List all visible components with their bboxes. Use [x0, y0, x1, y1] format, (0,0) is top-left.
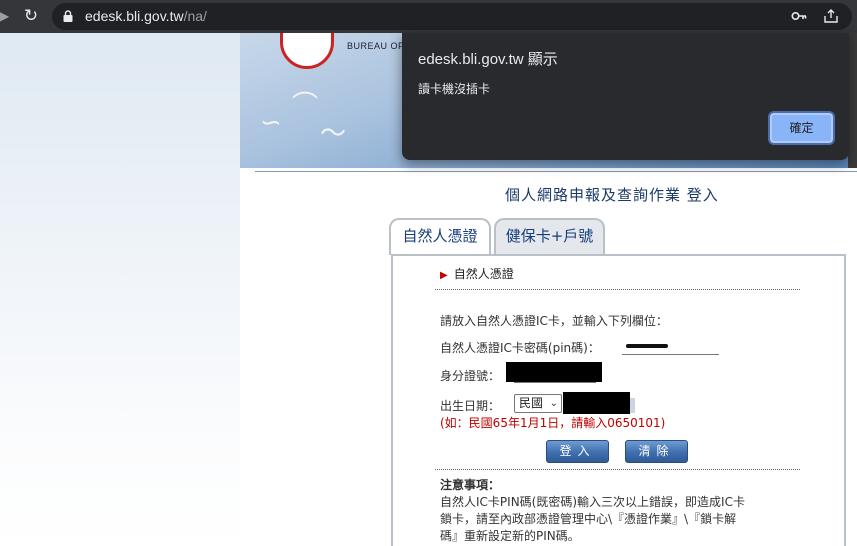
- dialog-ok-button[interactable]: 確定: [770, 113, 833, 143]
- reload-icon[interactable]: ↻: [20, 5, 42, 27]
- notes-line: 自然人IC卡PIN碼(既密碼)輸入三次以上錯誤，即造成IC卡: [440, 495, 745, 509]
- era-select-value: 民國: [519, 396, 544, 410]
- pin-label: 自然人憑證IC卡密碼(pin碼)：: [440, 341, 600, 355]
- pin-masked-value: [626, 344, 668, 348]
- dialog-message: 讀卡機沒插卡: [418, 82, 491, 96]
- id-underline: [514, 382, 596, 383]
- url-host: edesk.bli.gov.tw: [85, 8, 184, 24]
- page-side-background: [0, 33, 240, 546]
- section-title-label: 自然人憑證: [453, 267, 514, 281]
- birth-label: 出生日期：: [440, 399, 501, 413]
- login-button[interactable]: 登入: [546, 440, 609, 463]
- instruction-text: 請放入自然人憑證IC卡，並輸入下列欄位：: [440, 314, 668, 328]
- notes-title: 注意事項：: [440, 478, 501, 492]
- url-path: /na/: [183, 8, 207, 24]
- section-title: ▶ 自然人憑證: [440, 265, 514, 282]
- seagull-image: ⌒: [292, 91, 319, 121]
- banner-edge: [848, 33, 857, 168]
- seagull-image: ∽: [260, 108, 282, 138]
- lock-icon[interactable]: [63, 10, 73, 22]
- birth-date-input[interactable]: [563, 392, 630, 414]
- seagull-image: 〜: [320, 119, 347, 149]
- chevron-down-icon: ⌄: [549, 398, 558, 409]
- tab-health-card[interactable]: 健保卡+戶號: [494, 218, 605, 255]
- era-select[interactable]: 民國 ⌄: [514, 394, 562, 413]
- page-title: 個人網路申報及查詢作業 登入: [505, 186, 719, 204]
- id-label: 身分證號：: [440, 369, 501, 383]
- id-input[interactable]: [506, 362, 602, 382]
- tab-citizen-certificate[interactable]: 自然人憑證: [389, 218, 491, 255]
- clear-button[interactable]: 清除: [625, 440, 688, 463]
- triangle-right-icon: ▶: [440, 270, 448, 281]
- forward-icon[interactable]: ▶: [0, 9, 10, 23]
- birth-field-edge: [630, 398, 635, 413]
- notes-line: 碼』重新設定新的PIN碼。: [440, 529, 580, 543]
- url-text: edesk.bli.gov.tw/na/: [85, 6, 207, 26]
- dialog-title: edesk.bli.gov.tw 顯示: [418, 51, 558, 68]
- header-divider: [255, 171, 857, 172]
- notes-divider: [435, 469, 800, 470]
- birth-hint: (如：民國65年1月1日，請輸入0650101): [440, 416, 666, 430]
- section-divider: [435, 289, 800, 290]
- notes-line: 鎖卡，請至內政部憑證管理中心\『憑證作業』\『鎖卡解: [440, 512, 737, 526]
- bureau-logo: [280, 33, 334, 69]
- key-icon[interactable]: [791, 9, 807, 23]
- share-icon[interactable]: [823, 8, 839, 24]
